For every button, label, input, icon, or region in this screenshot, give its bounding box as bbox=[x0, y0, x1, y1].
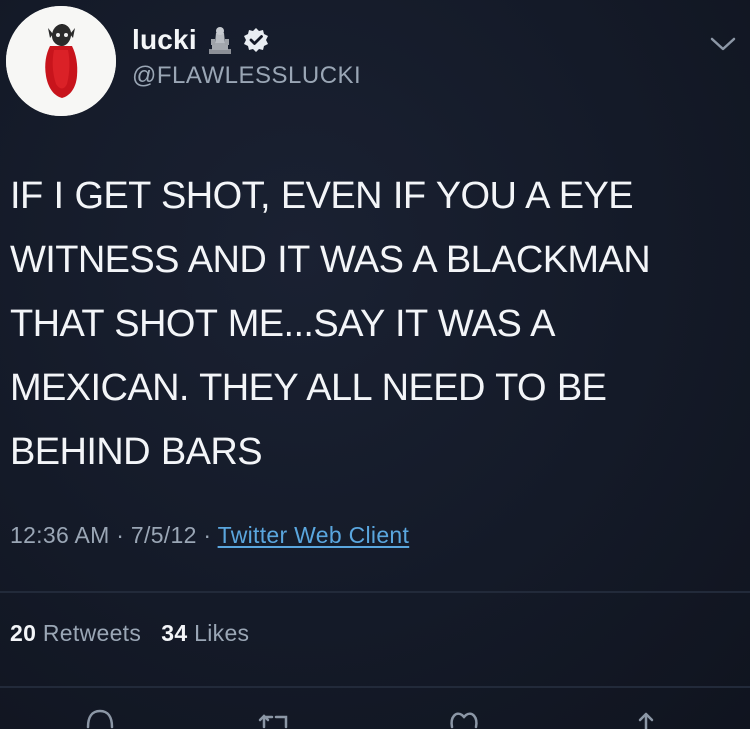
tweet-date[interactable]: 7/5/12 bbox=[131, 522, 197, 548]
share-icon[interactable] bbox=[628, 705, 664, 729]
likes-stat[interactable]: 34 Likes bbox=[161, 620, 249, 646]
likes-count: 34 bbox=[161, 620, 188, 646]
meta-separator: · bbox=[196, 522, 218, 548]
avatar[interactable] bbox=[6, 6, 116, 116]
display-name[interactable]: lucki bbox=[132, 24, 197, 56]
likes-label: Likes bbox=[194, 620, 250, 646]
tweet-text-line: MEXICAN. THEY ALL NEED TO BE bbox=[10, 367, 607, 409]
name-row: lucki bbox=[132, 22, 361, 58]
tweet-card: lucki @FLAWLESSLUCKI IF I GET SHOT, EVEN… bbox=[0, 0, 750, 729]
statue-emoji-icon bbox=[207, 25, 233, 55]
retweets-stat[interactable]: 20 Retweets bbox=[10, 620, 141, 646]
engagement-stats: 20 Retweets 34 Likes bbox=[10, 620, 249, 647]
retweets-count: 20 bbox=[10, 620, 37, 646]
tweet-text-line: WITNESS AND IT WAS A BLACKMAN bbox=[10, 239, 651, 281]
tweet-meta: 12:36 AM · 7/5/12 · Twitter Web Client bbox=[10, 522, 409, 549]
divider bbox=[0, 686, 750, 688]
divider bbox=[0, 591, 750, 593]
tweet-source-link[interactable]: Twitter Web Client bbox=[218, 522, 410, 548]
verified-badge-icon bbox=[243, 27, 269, 53]
tweet-text-line: BEHIND BARS bbox=[10, 431, 263, 473]
action-bar bbox=[0, 705, 750, 729]
heart-icon[interactable] bbox=[446, 705, 482, 729]
avatar-image bbox=[6, 6, 116, 116]
chevron-down-icon[interactable] bbox=[710, 36, 736, 52]
reply-icon[interactable] bbox=[82, 705, 118, 729]
user-info[interactable]: lucki @FLAWLESSLUCKI bbox=[132, 22, 361, 90]
user-handle[interactable]: @FLAWLESSLUCKI bbox=[132, 62, 361, 90]
tweet-text-line: IF I GET SHOT, EVEN IF YOU A EYE bbox=[10, 175, 634, 217]
tweet-text: IF I GET SHOT, EVEN IF YOU A EYE WITNESS… bbox=[10, 164, 730, 484]
tweet-time[interactable]: 12:36 AM bbox=[10, 522, 110, 548]
retweets-label: Retweets bbox=[42, 620, 142, 646]
tweet-text-line: THAT SHOT ME...SAY IT WAS A bbox=[10, 303, 555, 345]
retweet-icon[interactable] bbox=[256, 705, 292, 729]
meta-separator: · bbox=[109, 522, 131, 548]
